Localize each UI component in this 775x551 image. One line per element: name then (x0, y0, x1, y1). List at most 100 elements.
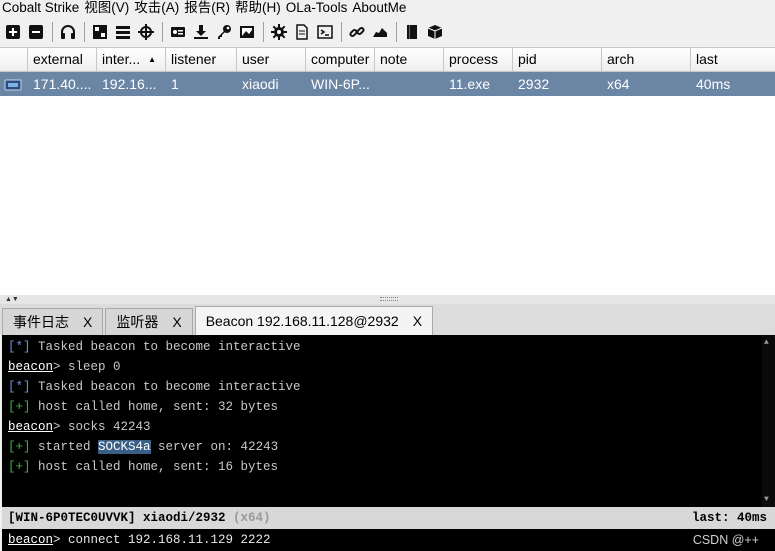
console-line: beacon> socks 42243 (8, 417, 775, 437)
cell-note (375, 72, 444, 96)
tab-event-log[interactable]: 事件日志 X (2, 308, 104, 335)
console-icon[interactable] (314, 21, 336, 43)
info-marker: [*] (8, 380, 31, 394)
menu-ola-tools[interactable]: OLa-Tools (284, 1, 351, 15)
success-marker: [+] (8, 460, 31, 474)
settings-gear-icon[interactable] (268, 21, 290, 43)
console-prompt: beacon (8, 420, 54, 434)
sort-ascending-icon: ▲ (148, 55, 157, 64)
toolbar-separator (162, 22, 163, 42)
tab-listeners[interactable]: 监听器 X (105, 308, 193, 335)
console-text: host called home, sent: 32 bytes (30, 400, 279, 414)
screenshot-icon[interactable] (236, 21, 258, 43)
collapse-arrows-icon[interactable]: ▲▼ (5, 295, 19, 304)
pivot-graph-icon[interactable] (89, 21, 111, 43)
column-header-icon[interactable] (0, 48, 28, 71)
cell-external: 171.40.... (33, 76, 92, 92)
console-prompt: beacon (8, 360, 54, 374)
scroll-down-icon[interactable]: ▼ (764, 495, 769, 504)
table-header: external inter... ▲ listener user compute… (0, 48, 775, 72)
cell-arch: x64 (607, 76, 630, 92)
tab-listeners-close[interactable]: X (172, 314, 181, 330)
book-icon[interactable] (401, 21, 423, 43)
column-header-internal-label: inter... (102, 51, 141, 67)
scroll-up-icon[interactable]: ▲ (764, 338, 769, 347)
success-marker: [+] (8, 400, 31, 414)
tab-beacon[interactable]: Beacon 192.168.11.128@2932 X (194, 306, 434, 335)
column-header-listener[interactable]: listener (166, 48, 237, 71)
input-prompt: beacon (8, 533, 54, 547)
watermark: CSDN @++ (692, 533, 759, 547)
cell-last: 40ms (696, 76, 731, 92)
menu-help[interactable]: 帮助(H) (233, 1, 284, 15)
menu-view[interactable]: 视图(V) (82, 1, 132, 15)
toolbar-separator (52, 22, 53, 42)
tab-beacon-close[interactable]: X (413, 313, 422, 329)
session-list-icon[interactable] (112, 21, 134, 43)
column-header-user[interactable]: user (237, 48, 306, 71)
link-icon[interactable] (346, 21, 368, 43)
column-header-process[interactable]: process (444, 48, 513, 71)
menu-bar: Cobalt Strike 视图(V) 攻击(A) 报告(R) 帮助(H) OL… (0, 0, 775, 16)
toolbar-separator (341, 22, 342, 42)
tab-event-log-label: 事件日志 (13, 314, 69, 330)
column-header-pid[interactable]: pid (513, 48, 602, 71)
tab-listeners-label: 监听器 (116, 314, 159, 330)
session-type-icon (0, 72, 28, 96)
toolbar-separator (84, 22, 85, 42)
success-marker: [+] (8, 440, 31, 454)
console-line: [*] Tasked beacon to become interactive (8, 377, 775, 397)
headphones-icon[interactable] (57, 21, 79, 43)
target-icon[interactable] (135, 21, 157, 43)
cell-process: 11.exe (449, 76, 490, 92)
console-command: > socks 42243 (53, 420, 151, 434)
cell-pid: 2932 (518, 76, 550, 92)
minus-icon[interactable] (25, 21, 47, 43)
plus-icon[interactable] (2, 21, 24, 43)
document-icon[interactable] (291, 21, 313, 43)
command-input[interactable]: beacon> connect 192.168.11.129 2222 CSDN … (2, 529, 775, 551)
menu-cobalt-strike[interactable]: Cobalt Strike (0, 1, 82, 15)
console-line: [+] host called home, sent: 16 bytes (8, 457, 775, 477)
pane-splitter[interactable]: ▲▼ (0, 295, 775, 304)
console-command: > sleep 0 (53, 360, 121, 374)
cloud-icon[interactable] (369, 21, 391, 43)
tab-event-log-close[interactable]: X (83, 314, 92, 330)
toolbar (0, 18, 775, 46)
beacon-status-bar: [WIN-6P0TEC0UVVK] xiaodi/2932 (x64) last… (2, 507, 775, 529)
menu-attack[interactable]: 攻击(A) (132, 1, 182, 15)
menu-reporting[interactable]: 报告(R) (182, 1, 233, 15)
status-user-pid: xiaodi/2932 (135, 511, 226, 525)
status-last: last: 40ms (691, 511, 767, 525)
cell-internal: 192.16... (102, 76, 157, 92)
console-text: Tasked beacon to become interactive (30, 340, 301, 354)
sessions-table: external inter... ▲ listener user compute… (0, 47, 775, 295)
cell-computer: WIN-6P... (311, 76, 370, 92)
credentials-icon[interactable] (167, 21, 189, 43)
status-arch: (x64) (225, 511, 271, 525)
column-header-last[interactable]: last (691, 48, 775, 71)
console-text: Tasked beacon to become interactive (30, 380, 301, 394)
console-text: host called home, sent: 16 bytes (30, 460, 279, 474)
info-marker: [*] (8, 340, 31, 354)
input-value[interactable]: > connect 192.168.11.129 2222 (53, 533, 271, 547)
column-header-note[interactable]: note (375, 48, 444, 71)
console-text: server on: 42243 (150, 440, 279, 454)
console-scrollbar[interactable]: ▲ ▼ (762, 335, 775, 507)
console-line: beacon> sleep 0 (8, 357, 775, 377)
beacon-console[interactable]: [*] Tasked beacon to become interactive … (2, 335, 775, 507)
download-icon[interactable] (190, 21, 212, 43)
table-row[interactable]: 171.40.... 192.16... 1 xiaodi WIN-6P... … (0, 72, 775, 96)
toolbar-separator (263, 22, 264, 42)
selected-text: SOCKS4a (98, 440, 151, 454)
column-header-arch[interactable]: arch (602, 48, 691, 71)
console-text: started (30, 440, 99, 454)
package-icon[interactable] (424, 21, 446, 43)
column-header-internal[interactable]: inter... ▲ (97, 48, 166, 71)
menu-aboutme[interactable]: AboutMe (350, 1, 409, 15)
tab-bar: 事件日志 X 监听器 X Beacon 192.168.11.128@2932 … (0, 304, 775, 335)
column-header-external[interactable]: external (28, 48, 97, 71)
key-icon[interactable] (213, 21, 235, 43)
splitter-grip[interactable] (380, 297, 398, 301)
column-header-computer[interactable]: computer (306, 48, 375, 71)
